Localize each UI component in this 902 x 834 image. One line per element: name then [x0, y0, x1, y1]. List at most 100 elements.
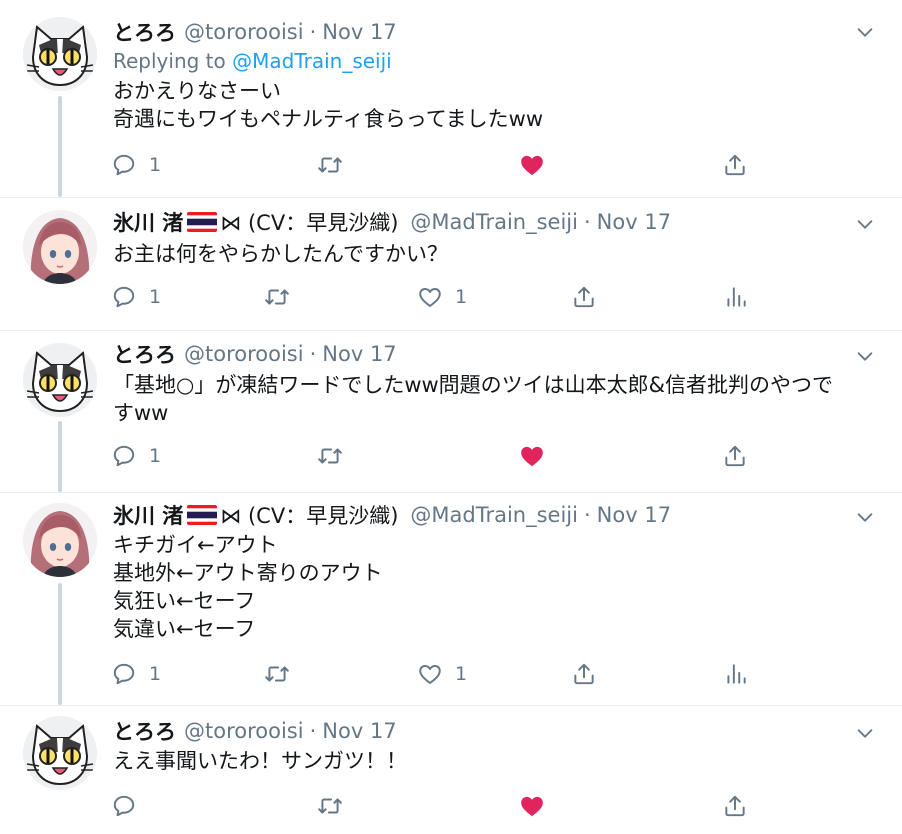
display-name[interactable]: とろろ: [113, 716, 176, 746]
reply-count: 1: [149, 445, 162, 467]
chevron-down-icon[interactable]: [854, 345, 876, 367]
tweet-text-line: 「基地○」が凍結ワードでしたww問題のツイは山本太郎&信者批判のやつで: [113, 373, 834, 397]
retweet-button[interactable]: [317, 791, 343, 821]
tweet[interactable]: とろろ @tororooisi · Nov 17 ええ事聞いたわ！サンガツ！！: [0, 706, 902, 834]
avatar[interactable]: [23, 17, 97, 91]
display-name[interactable]: とろろ: [113, 339, 176, 369]
retweet-button[interactable]: [264, 282, 290, 312]
reply-icon: [111, 152, 137, 178]
avatar[interactable]: [23, 716, 97, 790]
timestamp[interactable]: Nov 17: [597, 210, 671, 234]
retweet-button[interactable]: [317, 150, 343, 180]
retweet-button[interactable]: [317, 441, 343, 471]
tweet[interactable]: とろろ @tororooisi · Nov 17 「基地○」が凍結ワードでしたw…: [0, 331, 902, 492]
share-button[interactable]: [571, 659, 597, 689]
replying-to: Replying to @MadTrain_seiji: [113, 49, 392, 73]
avatar[interactable]: [23, 343, 97, 417]
heart-icon: [519, 152, 545, 178]
display-name-suffix[interactable]: ⋈ (CV：早見沙織): [220, 500, 398, 530]
heart-outline-icon: [417, 284, 443, 310]
thread-connector-line: [58, 421, 62, 492]
tweet-header: 氷川 渚 ⋈ (CV：早見沙織) @MadTrain_seiji · Nov 1…: [113, 208, 671, 236]
chevron-down-icon[interactable]: [854, 21, 876, 43]
chevron-down-icon[interactable]: [854, 506, 876, 528]
thread-connector-line: [58, 583, 62, 705]
reply-icon: [111, 284, 137, 310]
tweet[interactable]: 氷川 渚 ⋈ (CV：早見沙織) @MadTrain_seiji · Nov 1…: [0, 493, 902, 705]
retweet-button[interactable]: [264, 659, 290, 689]
chevron-down-icon[interactable]: [854, 213, 876, 235]
timestamp[interactable]: Nov 17: [322, 719, 396, 743]
action-bar: 1 1: [111, 659, 871, 689]
conversation-thread: とろろ @tororooisi · Nov 17 Replying to @Ma…: [0, 0, 902, 834]
user-handle[interactable]: @tororooisi: [184, 719, 304, 743]
analytics-button[interactable]: [723, 282, 749, 312]
heart-icon: [519, 443, 545, 469]
reply-button[interactable]: 1: [111, 282, 161, 312]
separator-dot: ·: [583, 503, 591, 527]
display-name-suffix[interactable]: ⋈ (CV：早見沙織): [220, 207, 398, 237]
action-bar: 1: [111, 441, 871, 471]
heart-outline-icon: [417, 661, 443, 687]
user-handle[interactable]: @tororooisi: [184, 20, 304, 44]
user-handle[interactable]: @tororooisi: [184, 342, 304, 366]
tweet-text: ええ事聞いたわ！サンガツ！！: [113, 747, 407, 775]
reply-button[interactable]: 1: [111, 659, 161, 689]
anime-girl-avatar-image: [23, 210, 97, 284]
reply-icon: [111, 661, 137, 687]
tweet[interactable]: とろろ @tororooisi · Nov 17 Replying to @Ma…: [0, 0, 902, 197]
tweet-header: とろろ @tororooisi · Nov 17: [113, 717, 397, 745]
share-icon: [571, 661, 597, 687]
mention-link[interactable]: @MadTrain_seiji: [232, 49, 392, 73]
tweet-text: キチガイ←アウト 基地外←アウト寄りのアウト 気狂い←セーフ 気違い←セーフ: [113, 531, 383, 643]
timestamp[interactable]: Nov 17: [322, 20, 396, 44]
separator-dot: ·: [309, 20, 317, 44]
reply-icon: [111, 793, 137, 819]
reply-button[interactable]: 1: [111, 441, 161, 471]
tweet-header: とろろ @tororooisi · Nov 17: [113, 340, 397, 368]
anime-girl-avatar-image: [23, 503, 97, 577]
tweet-header: とろろ @tororooisi · Nov 17: [113, 18, 397, 46]
share-icon: [722, 793, 748, 819]
avatar[interactable]: [23, 503, 97, 577]
user-handle[interactable]: @MadTrain_seiji: [410, 503, 578, 527]
user-handle[interactable]: @MadTrain_seiji: [410, 210, 578, 234]
tweet-header: 氷川 渚 ⋈ (CV：早見沙織) @MadTrain_seiji · Nov 1…: [113, 501, 671, 529]
display-name[interactable]: とろろ: [113, 17, 176, 47]
retweet-icon: [317, 793, 343, 819]
cat-avatar-image: [23, 343, 97, 417]
share-icon: [571, 284, 597, 310]
share-button[interactable]: [722, 791, 748, 821]
action-bar: 1 1: [111, 282, 871, 312]
avatar[interactable]: [23, 210, 97, 284]
analytics-icon: [723, 284, 749, 310]
tweet-text: お主は何をやらかしたんですかい？: [113, 240, 448, 268]
display-name[interactable]: 氷川 渚: [113, 207, 183, 237]
timestamp[interactable]: Nov 17: [322, 342, 396, 366]
action-bar: [111, 791, 871, 821]
share-icon: [722, 443, 748, 469]
share-button[interactable]: [722, 150, 748, 180]
tweet-text-line: すww: [113, 401, 169, 425]
like-button[interactable]: 1: [417, 659, 467, 689]
separator-dot: ·: [309, 342, 317, 366]
cat-avatar-image: [23, 17, 97, 91]
tweet-text-line: おかえりなさーい: [113, 79, 281, 103]
tweet-text-line: 奇遇にもワイもペナルティ食らってましたww: [113, 107, 543, 131]
like-button[interactable]: 1: [417, 282, 467, 312]
chevron-down-icon[interactable]: [854, 722, 876, 744]
tweet[interactable]: 氷川 渚 ⋈ (CV：早見沙織) @MadTrain_seiji · Nov 1…: [0, 198, 902, 330]
analytics-icon: [723, 661, 749, 687]
like-button[interactable]: [519, 441, 545, 471]
analytics-button[interactable]: [723, 659, 749, 689]
like-button[interactable]: [519, 150, 545, 180]
tweet-text-line: ええ事聞いたわ！サンガツ！！: [113, 749, 407, 773]
reply-button[interactable]: 1: [111, 150, 161, 180]
like-button[interactable]: [519, 791, 545, 821]
timestamp[interactable]: Nov 17: [597, 503, 671, 527]
reply-button[interactable]: [111, 791, 137, 821]
share-button[interactable]: [571, 282, 597, 312]
display-name[interactable]: 氷川 渚: [113, 500, 183, 530]
replying-to-label: Replying to: [113, 49, 226, 73]
share-button[interactable]: [722, 441, 748, 471]
